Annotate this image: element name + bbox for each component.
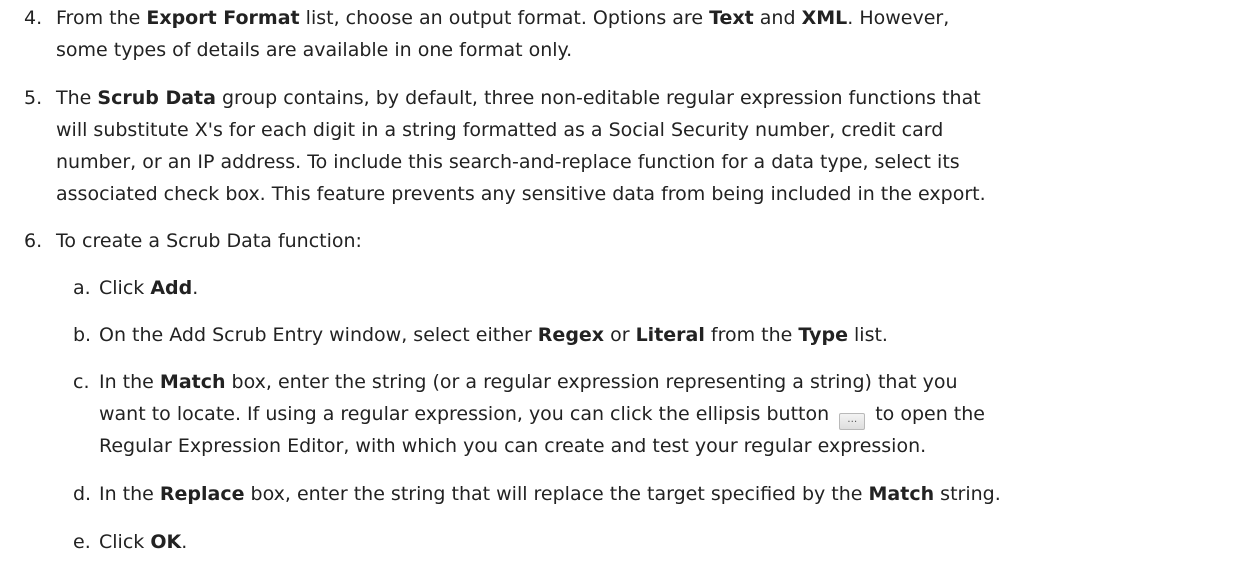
text-run: box, enter the string (or a regular expr…	[225, 371, 958, 393]
text-run: associated check box. This feature preve…	[56, 183, 986, 205]
substep-letter: e.	[73, 531, 91, 553]
bold-term: Scrub Data	[97, 87, 216, 109]
bold-term: Text	[709, 7, 754, 29]
text-run: In the	[99, 483, 160, 505]
ellipsis-button-icon: …	[839, 413, 866, 430]
text-run: number, or an IP address. To include thi…	[56, 151, 960, 173]
text-run: Click	[99, 277, 151, 299]
text-run: list.	[847, 324, 888, 346]
bold-term: Type	[798, 324, 848, 346]
text-line: Click OK.	[99, 526, 187, 558]
text-run: want to locate. If using a regular expre…	[99, 403, 836, 425]
text-run: . However,	[847, 7, 950, 29]
text-run: will substitute X's for each digit in a …	[56, 119, 944, 141]
step-text: The Scrub Data group contains, by defaul…	[56, 82, 986, 210]
step-number: 6.	[24, 230, 43, 252]
bold-term: XML	[801, 7, 848, 29]
substep-text: Click OK.	[99, 526, 187, 558]
text-run: On the Add Scrub Entry window, select ei…	[99, 324, 538, 346]
bold-term: Replace	[159, 483, 245, 505]
substep-letter: a.	[73, 277, 91, 299]
bold-term: Regex	[537, 324, 605, 346]
text-run: From the	[56, 7, 147, 29]
text-run: box, enter the string that will replace …	[244, 483, 869, 505]
bold-term: Add	[150, 277, 193, 299]
text-run: string.	[934, 483, 1001, 505]
text-run: In the	[99, 371, 160, 393]
bold-term: Match	[159, 371, 226, 393]
step-number: 4.	[24, 7, 43, 29]
text-line: Regular Expression Editor, with which yo…	[99, 430, 985, 462]
text-line: associated check box. This feature preve…	[56, 178, 986, 210]
text-line: number, or an IP address. To include thi…	[56, 146, 986, 178]
text-run: to open the	[869, 403, 985, 425]
text-line: From the Export Format list, choose an o…	[56, 2, 949, 34]
text-run: from the	[704, 324, 799, 346]
substep-text: Click Add.	[99, 272, 198, 304]
bold-term: OK	[150, 531, 182, 553]
text-line: will substitute X's for each digit in a …	[56, 114, 986, 146]
text-run: The	[56, 87, 98, 109]
text-run: .	[181, 531, 188, 553]
bold-term: Match	[868, 483, 935, 505]
text-line: some types of details are available in o…	[56, 34, 949, 66]
text-line: In the Match box, enter the string (or a…	[99, 366, 985, 398]
text-run: group contains, by default, three non-ed…	[215, 87, 981, 109]
substep-letter: b.	[73, 324, 92, 346]
substep-text: On the Add Scrub Entry window, select ei…	[99, 319, 888, 351]
step-text: To create a Scrub Data function:	[56, 225, 362, 257]
bold-term: Export Format	[146, 7, 300, 29]
text-line: To create a Scrub Data function:	[56, 225, 362, 257]
text-run: list, choose an output format. Options a…	[299, 7, 710, 29]
text-line: On the Add Scrub Entry window, select ei…	[99, 319, 888, 351]
text-line: The Scrub Data group contains, by defaul…	[56, 82, 986, 114]
text-run: To create a Scrub Data function:	[56, 230, 362, 252]
text-run: or	[604, 324, 636, 346]
step-text: From the Export Format list, choose an o…	[56, 2, 949, 66]
step-number: 5.	[24, 87, 43, 109]
text-run: .	[192, 277, 199, 299]
bold-term: Literal	[635, 324, 705, 346]
substep-letter: d.	[73, 483, 92, 505]
text-line: Click Add.	[99, 272, 198, 304]
text-run: and	[753, 7, 802, 29]
text-line: want to locate. If using a regular expre…	[99, 398, 985, 430]
text-line: In the Replace box, enter the string tha…	[99, 478, 1001, 510]
document-page: 4. From the Export Format list, choose a…	[0, 0, 1245, 578]
text-run: some types of details are available in o…	[56, 39, 573, 61]
substep-text: In the Replace box, enter the string tha…	[99, 478, 1001, 510]
text-run: Click	[99, 531, 151, 553]
substep-text: In the Match box, enter the string (or a…	[99, 366, 985, 462]
text-run: Regular Expression Editor, with which yo…	[99, 435, 927, 457]
substep-letter: c.	[73, 371, 90, 393]
